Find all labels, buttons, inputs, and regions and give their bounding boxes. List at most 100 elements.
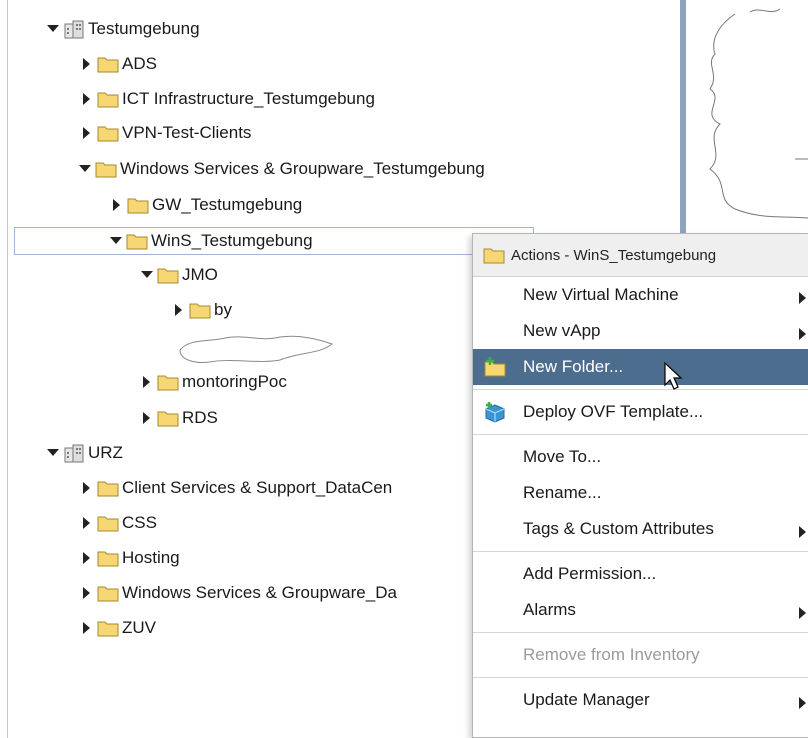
- collapsed-arrow-icon[interactable]: [80, 126, 94, 140]
- tree-item-label: Hosting: [122, 548, 180, 567]
- expanded-arrow-icon[interactable]: [140, 268, 154, 282]
- collapsed-arrow-icon[interactable]: [80, 92, 94, 106]
- mouse-cursor-icon: [664, 362, 683, 390]
- tree-item-label: RDS: [182, 408, 218, 427]
- datacenter-icon: [63, 443, 85, 463]
- tree-item-label: montoringPoc: [182, 372, 287, 391]
- menu-item-label: Remove from Inventory: [523, 645, 700, 664]
- menu-item-move-to[interactable]: Move To...: [473, 439, 808, 475]
- menu-item-tags-custom-attributes[interactable]: Tags & Custom Attributes: [473, 511, 808, 547]
- folder-icon: [97, 549, 119, 567]
- tree-item-windows-services-test[interactable]: Windows Services & Groupware_Testumgebun…: [78, 156, 485, 182]
- submenu-arrow-icon: [799, 523, 806, 543]
- collapsed-arrow-icon[interactable]: [80, 516, 94, 530]
- pane-splitter[interactable]: [680, 0, 686, 236]
- tree-item-css[interactable]: CSS: [80, 510, 157, 536]
- folder-icon: [95, 160, 117, 178]
- tree-item-label: by: [214, 300, 232, 319]
- menu-item-label: Update Manager: [523, 690, 650, 709]
- datacenter-icon: [63, 19, 85, 39]
- menu-item-deploy-ovf[interactable]: Deploy OVF Template...: [473, 394, 808, 430]
- tree-item-label: Client Services & Support_DataCen: [122, 478, 393, 497]
- tree-item-montoringpoc[interactable]: montoringPoc: [140, 369, 287, 395]
- menu-item-new-vapp[interactable]: New vApp: [473, 313, 808, 349]
- collapsed-arrow-icon[interactable]: [80, 551, 94, 565]
- tree-item-label: ADS: [122, 54, 157, 73]
- deploy-ovf-icon: [483, 401, 507, 423]
- collapsed-arrow-icon[interactable]: [80, 621, 94, 635]
- tree-item-testumgebung[interactable]: Testumgebung: [46, 16, 200, 42]
- menu-item-label: Move To...: [523, 447, 602, 466]
- tree-item-zuv[interactable]: ZUV: [80, 615, 156, 641]
- tree-item-label: WinS_Testumgebung: [151, 231, 313, 250]
- tree-item-vpn-test-clients[interactable]: VPN-Test-Clients: [80, 120, 251, 146]
- folder-icon: [97, 619, 119, 637]
- submenu-arrow-icon: [799, 604, 806, 624]
- folder-icon: [483, 246, 505, 264]
- tree-item-label: VPN-Test-Clients: [122, 123, 252, 142]
- menu-separator: [473, 677, 808, 678]
- menu-item-update-manager[interactable]: Update Manager: [473, 682, 808, 718]
- menu-item-label: New Virtual Machine: [523, 285, 679, 304]
- folder-icon: [97, 90, 119, 108]
- folder-icon: [97, 514, 119, 532]
- tree-item-gw-testumgebung[interactable]: GW_Testumgebung: [110, 192, 302, 218]
- collapsed-arrow-icon[interactable]: [110, 198, 124, 212]
- expanded-arrow-icon[interactable]: [78, 162, 92, 176]
- tree-item-ads[interactable]: ADS: [80, 51, 157, 77]
- tree-item-label: Testumgebung: [88, 19, 200, 38]
- collapsed-arrow-icon[interactable]: [140, 411, 154, 425]
- collapsed-arrow-icon[interactable]: [140, 375, 154, 389]
- tree-item-hosting[interactable]: Hosting: [80, 545, 180, 571]
- tree-item-ict-infrastructure[interactable]: ICT Infrastructure_Testumgebung: [80, 86, 375, 112]
- tree-item-label: Windows Services & Groupware_Testumgebun…: [120, 159, 485, 178]
- tree-item-jmo[interactable]: JMO: [140, 262, 218, 288]
- menu-item-label: Alarms: [523, 600, 576, 619]
- menu-header: Actions - WinS_Testumgebung: [473, 234, 808, 277]
- redacted-area-top-right: [709, 8, 808, 219]
- collapsed-arrow-icon[interactable]: [80, 586, 94, 600]
- tree-item-rds[interactable]: RDS: [140, 405, 218, 431]
- submenu-arrow-icon: [799, 694, 806, 714]
- menu-separator: [473, 551, 808, 552]
- tree-item-label: CSS: [122, 513, 157, 532]
- expanded-arrow-icon[interactable]: [46, 446, 60, 460]
- folder-icon: [97, 55, 119, 73]
- tree-item-label: GW_Testumgebung: [152, 195, 303, 214]
- menu-item-rename[interactable]: Rename...: [473, 475, 808, 511]
- folder-icon: [126, 232, 148, 250]
- tree-item-by[interactable]: by: [172, 297, 232, 323]
- folder-icon: [157, 266, 179, 284]
- menu-item-label: New vApp: [523, 321, 601, 340]
- folder-icon: [97, 584, 119, 602]
- submenu-arrow-icon: [799, 289, 806, 309]
- menu-item-new-folder[interactable]: New Folder...: [473, 349, 808, 385]
- tree-item-label: ZUV: [122, 618, 156, 637]
- menu-separator: [473, 434, 808, 435]
- tree-item-label: ICT Infrastructure_Testumgebung: [122, 89, 375, 108]
- new-folder-icon: [483, 356, 507, 378]
- tree-item-label: Windows Services & Groupware_Da: [122, 583, 397, 602]
- submenu-arrow-icon: [799, 325, 806, 345]
- menu-item-alarms[interactable]: Alarms: [473, 592, 808, 628]
- tree-item-wins-testumgebung[interactable]: WinS_Testumgebung: [14, 227, 534, 255]
- collapsed-arrow-icon[interactable]: [80, 57, 94, 71]
- tree-item-windows-services-dc[interactable]: Windows Services & Groupware_Da: [80, 580, 397, 606]
- menu-item-remove-from-inventory: Remove from Inventory: [473, 637, 808, 673]
- menu-item-label: Rename...: [523, 483, 602, 502]
- menu-item-add-permission[interactable]: Add Permission...: [473, 556, 808, 592]
- folder-icon: [157, 409, 179, 427]
- expanded-arrow-icon[interactable]: [46, 22, 60, 36]
- menu-item-label: Deploy OVF Template...: [523, 402, 704, 421]
- menu-title: Actions - WinS_Testumgebung: [511, 246, 717, 264]
- collapsed-arrow-icon[interactable]: [172, 303, 186, 317]
- tree-item-client-services[interactable]: Client Services & Support_DataCen: [80, 475, 392, 501]
- collapsed-arrow-icon[interactable]: [80, 481, 94, 495]
- folder-icon: [97, 124, 119, 142]
- tree-item-label: URZ: [88, 443, 123, 462]
- expanded-arrow-icon[interactable]: [109, 234, 123, 248]
- tree-item-urz[interactable]: URZ: [46, 440, 123, 466]
- tree-item-label: JMO: [182, 265, 218, 284]
- menu-item-new-virtual-machine[interactable]: New Virtual Machine: [473, 277, 808, 313]
- menu-item-label: Tags & Custom Attributes: [523, 519, 714, 538]
